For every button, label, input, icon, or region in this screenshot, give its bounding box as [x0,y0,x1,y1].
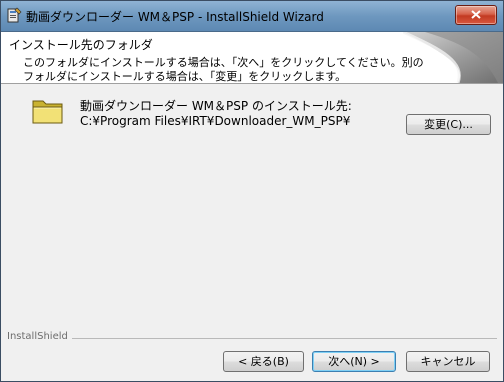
page-title: インストール先のフォルダ [9,38,153,52]
footer-divider [7,338,497,339]
installshield-brand: InstallShield [7,331,72,342]
wizard-header: インストール先のフォルダ このフォルダにインストールする場合は、「次へ」をクリッ… [1,32,503,84]
next-button[interactable]: 次へ(N) > [312,351,396,372]
installer-window: 動画ダウンローダー WM＆PSP - InstallShield Wizard … [0,0,504,382]
cancel-button[interactable]: キャンセル [406,351,490,372]
window-title: 動画ダウンローダー WM＆PSP - InstallShield Wizard [26,10,324,24]
title-bar[interactable]: 動画ダウンローダー WM＆PSP - InstallShield Wizard [1,1,503,32]
close-icon [471,10,481,19]
change-folder-button[interactable]: 変更(C)... [406,114,491,135]
destination-path: C:¥Program Files¥IRT¥Downloader_WM_PSP¥ [80,114,351,128]
page-curl-graphic [403,32,503,83]
folder-icon [32,100,63,124]
back-button[interactable]: < 戻る(B) [223,351,304,372]
destination-label: 動画ダウンローダー WM＆PSP のインストール先: [80,99,352,113]
close-window-button[interactable] [455,5,497,25]
installer-app-icon [7,7,22,23]
page-description: このフォルダにインストールする場合は、「次へ」をクリックしてください。別のフォル… [23,56,424,83]
